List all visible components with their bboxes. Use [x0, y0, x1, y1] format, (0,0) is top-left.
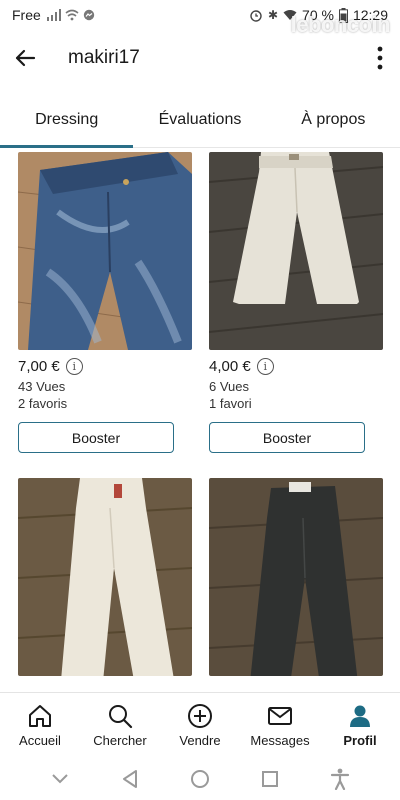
booster-button[interactable]: Booster [18, 422, 174, 453]
listing-photo-blue-jeans[interactable] [18, 152, 192, 350]
more-options-button[interactable] [360, 30, 400, 86]
more-vertical-icon [377, 46, 383, 70]
nav-label: Vendre [179, 733, 221, 748]
listing-views: 43 Vues [18, 379, 66, 394]
signal-icon [46, 9, 61, 21]
listing-photo-dark-grey-trousers[interactable] [209, 478, 383, 676]
accessibility-icon[interactable] [330, 768, 350, 790]
tab-label: Dressing [35, 110, 99, 128]
bluetooth-icon: ✱ [267, 8, 279, 22]
nav-label: Profil [343, 733, 377, 748]
listing-favorites: 1 favori [209, 396, 252, 411]
listing-card[interactable] [209, 478, 383, 676]
listing-card[interactable]: 4,00 € i 6 Vues 1 favori Booster [209, 152, 383, 453]
listing-photo-cream-trousers[interactable] [18, 478, 192, 676]
nav-chercher[interactable]: Chercher [80, 693, 160, 758]
nav-profil[interactable]: Profil [320, 693, 400, 758]
carrier-label: Free [12, 7, 41, 23]
mail-icon [268, 707, 292, 725]
tab-evaluations[interactable]: Évaluations [133, 92, 266, 147]
home-icon [29, 705, 51, 727]
listing-card[interactable]: 7,00 € i 43 Vues 2 favoris Booster [18, 152, 192, 453]
search-icon [109, 705, 133, 729]
listing-favorites: 2 favoris [18, 396, 68, 411]
listing-price: 4,00 € [209, 358, 251, 375]
profile-icon [350, 705, 370, 727]
profile-tabs: Dressing Évaluations À propos [0, 92, 400, 148]
listing-views: 6 Vues [209, 379, 249, 394]
nav-label: Messages [250, 733, 310, 748]
nav-accueil[interactable]: Accueil [0, 693, 80, 758]
tab-dressing[interactable]: Dressing [0, 92, 134, 148]
system-navigation-bar [0, 758, 400, 800]
info-icon[interactable]: i [256, 358, 274, 375]
messenger-icon [83, 9, 94, 21]
listing-price: 7,00 € [18, 358, 60, 375]
chevron-down-icon[interactable] [50, 772, 70, 786]
tab-a-propos[interactable]: À propos [267, 92, 400, 147]
listing-card[interactable] [18, 478, 192, 676]
wifi-icon [65, 9, 79, 21]
nav-vendre[interactable]: Vendre [160, 693, 240, 758]
plus-circle-icon [188, 704, 212, 728]
page-title: makiri17 [68, 47, 140, 68]
bottom-navigation: Accueil Chercher Vendre Messages Profil [0, 692, 400, 758]
back-button[interactable] [0, 30, 50, 86]
nav-label: Chercher [93, 733, 147, 748]
arrow-left-icon [15, 49, 36, 67]
nav-label: Accueil [19, 733, 61, 748]
nav-messages[interactable]: Messages [240, 693, 320, 758]
back-triangle-icon[interactable] [121, 769, 139, 789]
booster-button[interactable]: Booster [209, 422, 365, 453]
top-app-bar: makiri17 [0, 30, 400, 86]
dressing-grid: 7,00 € i 43 Vues 2 favoris Booster 4,00 … [0, 152, 400, 692]
tab-label: Évaluations [158, 110, 242, 128]
listing-photo-white-trousers[interactable] [209, 152, 383, 350]
alarm-icon [250, 10, 262, 22]
tab-label: À propos [301, 110, 366, 128]
info-icon[interactable]: i [65, 358, 83, 375]
status-icons-left [46, 9, 95, 21]
recents-square-icon[interactable] [261, 770, 279, 788]
home-circle-icon[interactable] [190, 769, 210, 789]
